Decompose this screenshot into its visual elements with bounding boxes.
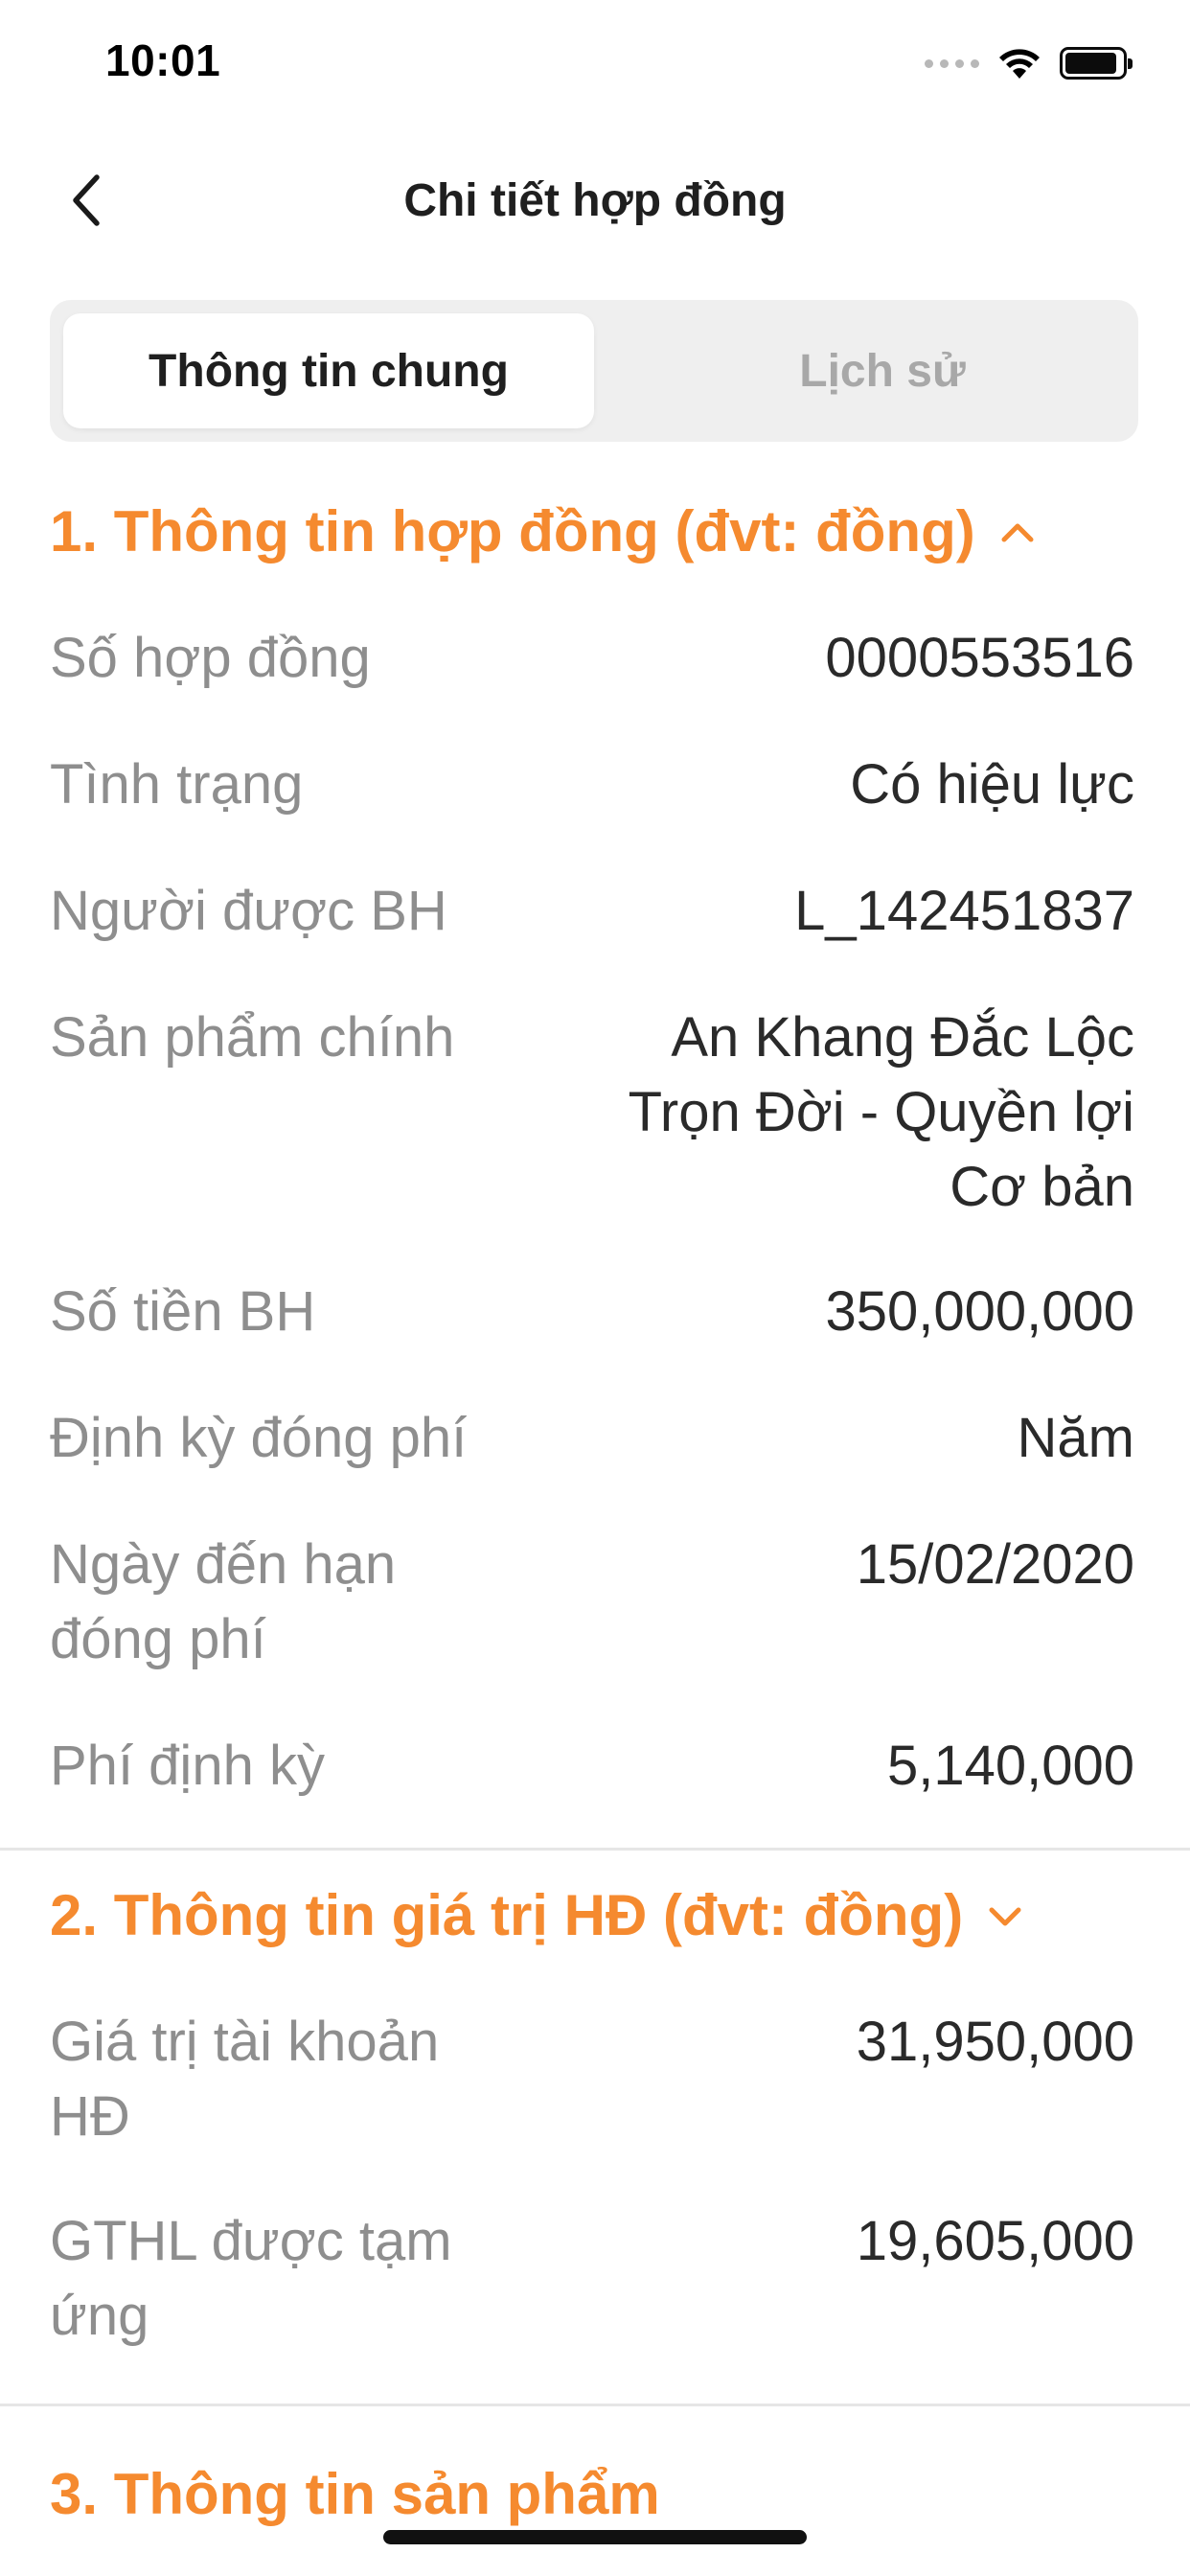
row-value: Năm <box>1017 1407 1134 1469</box>
row-value: 15/02/2020 <box>856 1533 1134 1596</box>
section-title: 2. Thông tin giá trị HĐ (đvt: đồng) <box>50 1883 964 1947</box>
row-value: L_142451837 <box>794 880 1134 942</box>
row-label: Sản phẩm chính <box>50 1006 455 1069</box>
section-contract-value-header[interactable]: 2. Thông tin giá trị HĐ (đvt: đồng) <box>50 1882 1022 1948</box>
row-label: Định kỳ đóng phí <box>50 1407 468 1469</box>
section-title: 3. Thông tin sản phẩm <box>50 2462 660 2526</box>
section-product-info-header[interactable]: 3. Thông tin sản phẩm <box>50 2461 660 2527</box>
chevron-down-icon <box>988 1904 1022 1927</box>
row-label: Ngày đến hạn đóng phí <box>50 1533 397 1670</box>
row-label: Số tiền BH <box>50 1280 316 1343</box>
row-label: Phí định kỳ <box>50 1735 325 1797</box>
tab-history[interactable]: Lịch sử <box>640 313 1125 428</box>
section-divider <box>0 2404 1190 2406</box>
section-divider <box>0 1848 1190 1851</box>
tab-general-info[interactable]: Thông tin chung <box>63 313 594 428</box>
signal-dots-icon <box>925 58 979 68</box>
wifi-icon <box>996 46 1042 80</box>
row-value: 31,950,000 <box>856 2011 1134 2073</box>
status-bar: 10:01 <box>0 0 1190 126</box>
row-value: Có hiệu lực <box>850 753 1134 816</box>
row-label: Số hợp đồng <box>50 627 371 689</box>
segmented-tabs: Thông tin chung Lịch sử <box>50 300 1138 442</box>
row-value: An Khang Đắc Lộc Trọn Đời - Quyền lợi Cơ… <box>628 1006 1134 1218</box>
section-contract-info-header[interactable]: 1. Thông tin hợp đồng (đvt: đồng) <box>50 498 1035 564</box>
battery-icon <box>1060 47 1133 80</box>
navigation-bar: Chi tiết hợp đồng <box>0 126 1190 276</box>
chevron-up-icon <box>1000 520 1035 543</box>
row-label: Tình trạng <box>50 753 304 816</box>
row-label: Người được BH <box>50 880 447 942</box>
row-label: GTHL được tạm ứng <box>50 2210 452 2347</box>
row-label: Giá trị tài khoản HĐ <box>50 2011 440 2148</box>
home-indicator <box>383 2530 807 2544</box>
section-title: 1. Thông tin hợp đồng (đvt: đồng) <box>50 499 975 564</box>
row-value: 350,000,000 <box>825 1280 1134 1343</box>
page-title: Chi tiết hợp đồng <box>403 175 787 226</box>
row-value: 5,140,000 <box>886 1735 1134 1797</box>
row-value: 0000553516 <box>825 627 1134 689</box>
status-icons <box>925 42 1133 84</box>
row-value: 19,605,000 <box>856 2210 1134 2272</box>
status-time: 10:01 <box>105 35 221 85</box>
